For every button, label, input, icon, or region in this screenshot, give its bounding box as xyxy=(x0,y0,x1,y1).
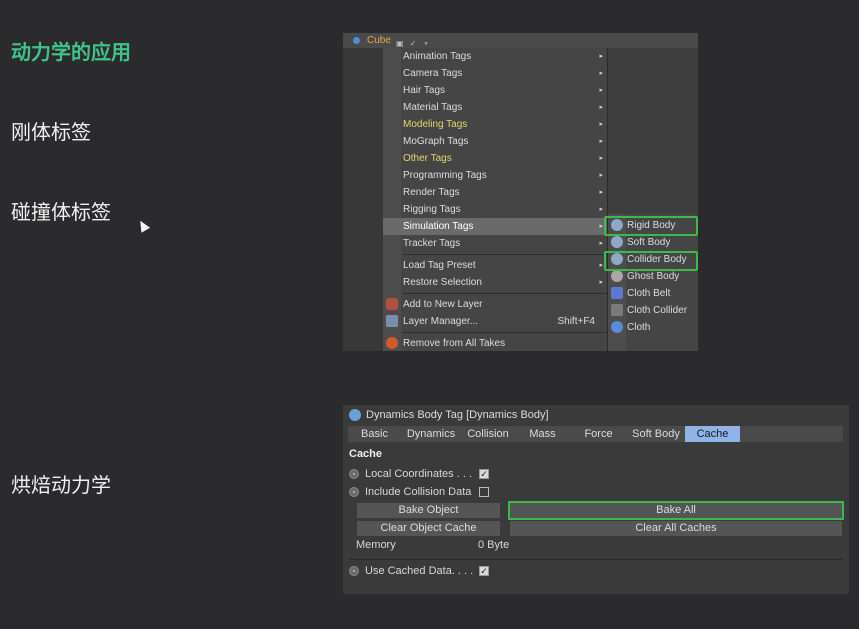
include-collision-checkbox[interactable] xyxy=(479,487,489,497)
use-cached-data-checkbox[interactable]: ✓ xyxy=(479,566,489,576)
menu-item-restore-selection[interactable]: Restore Selection ▸ xyxy=(383,274,607,291)
tab-collision[interactable]: Collision xyxy=(461,426,515,442)
takes-icon xyxy=(386,337,398,349)
mouse-cursor-icon xyxy=(135,218,151,233)
submenu-arrow-icon: ▸ xyxy=(599,240,603,247)
object-bar: Cube ▣ ✓ ⚬ xyxy=(343,33,698,48)
menu-item-camera-tags[interactable]: Camera Tags ▸ xyxy=(383,65,607,82)
menu-item-remove-from-all-takes[interactable]: Remove from All Takes xyxy=(383,335,607,351)
section-divider xyxy=(349,559,843,560)
tags-menu-panel: Cube ▣ ✓ ⚬ Animation Tags ▸ Camera Tags ▸ … xyxy=(343,33,698,351)
menu-item-animation-tags[interactable]: Animation Tags ▸ xyxy=(383,48,607,65)
layer-manager-icon xyxy=(386,315,398,327)
menu-item-add-to-new-layer[interactable]: Add to New Layer xyxy=(383,296,607,313)
submenu-item-cloth[interactable]: Cloth xyxy=(608,319,698,336)
attributes-header: Dynamics Body Tag [Dynamics Body] xyxy=(343,405,849,425)
cloth-belt-icon xyxy=(611,287,623,299)
tab-soft-body[interactable]: Soft Body xyxy=(627,426,685,442)
tab-cache[interactable]: Cache xyxy=(685,426,740,442)
menu-item-material-tags[interactable]: Material Tags ▸ xyxy=(383,99,607,116)
rigid-body-tag-heading: 刚体标签 xyxy=(11,120,91,144)
soft-body-icon xyxy=(611,236,623,248)
menu-item-layer-manager[interactable]: Layer Manager... Shift+F4 xyxy=(383,313,607,330)
tags-context-menu: Animation Tags ▸ Camera Tags ▸ Hair Tags ▸ … xyxy=(383,48,608,351)
collider-body-tag-heading: 碰撞体标签 xyxy=(11,200,111,224)
submenu-arrow-icon: ▸ xyxy=(599,206,603,213)
lesson-title: 动力学的应用 xyxy=(11,40,131,64)
submenu-item-cloth-collider[interactable]: Cloth Collider xyxy=(608,302,698,319)
section-title: Cache xyxy=(349,448,383,460)
menu-item-programming-tags[interactable]: Programming Tags ▸ xyxy=(383,167,607,184)
dynamics-body-attributes: Dynamics Body Tag [Dynamics Body] Basic … xyxy=(343,405,849,594)
cloth-collider-icon xyxy=(611,304,623,316)
memory-label: Memory xyxy=(356,539,396,551)
ghost-body-icon xyxy=(611,270,623,282)
menu-item-simulation-tags[interactable]: Simulation Tags ▸ xyxy=(383,218,607,235)
cube-icon xyxy=(353,37,360,44)
clear-all-caches-button[interactable]: Clear All Caches xyxy=(510,521,842,536)
submenu-arrow-icon: ▸ xyxy=(599,53,603,60)
submenu-item-cloth-belt[interactable]: Cloth Belt xyxy=(608,285,698,302)
memory-value: 0 Byte xyxy=(478,539,510,551)
menu-item-load-tag-preset[interactable]: Load Tag Preset ▸ xyxy=(383,257,607,274)
menu-item-mograph-tags[interactable]: MoGraph Tags ▸ xyxy=(383,133,607,150)
animate-radio-icon[interactable] xyxy=(349,566,359,576)
menu-divider xyxy=(403,254,607,255)
tab-dynamics[interactable]: Dynamics xyxy=(401,426,461,442)
animate-radio-icon[interactable] xyxy=(349,469,359,479)
collider-body-highlight xyxy=(604,251,698,271)
menu-item-rigging-tags[interactable]: Rigging Tags ▸ xyxy=(383,201,607,218)
tab-mass[interactable]: Mass xyxy=(515,426,570,442)
cloth-icon xyxy=(611,321,623,333)
bake-object-button[interactable]: Bake Object xyxy=(357,503,500,518)
submenu-arrow-icon: ▸ xyxy=(599,189,603,196)
submenu-item-soft-body[interactable]: Soft Body xyxy=(608,234,698,251)
object-name[interactable]: Cube xyxy=(367,33,391,48)
menu-divider xyxy=(403,293,607,294)
clear-object-cache-button[interactable]: Clear Object Cache xyxy=(357,521,500,536)
object-tree xyxy=(343,48,383,351)
local-coordinates-checkbox[interactable]: ✓ xyxy=(479,469,489,479)
rigid-body-highlight xyxy=(604,216,698,236)
dynamics-body-tag-icon xyxy=(349,409,361,421)
menu-item-tracker-tags[interactable]: Tracker Tags ▸ xyxy=(383,235,607,252)
menu-item-modeling-tags[interactable]: Modeling Tags ▸ xyxy=(383,116,607,133)
menu-divider xyxy=(403,332,607,333)
submenu-arrow-icon: ▸ xyxy=(599,121,603,128)
submenu-arrow-icon: ▸ xyxy=(599,138,603,145)
menu-item-other-tags[interactable]: Other Tags ▸ xyxy=(383,150,607,167)
submenu-arrow-icon: ▸ xyxy=(599,104,603,111)
tab-basic[interactable]: Basic xyxy=(348,426,401,442)
submenu-arrow-icon: ▸ xyxy=(599,262,603,269)
submenu-arrow-icon: ▸ xyxy=(599,155,603,162)
submenu-arrow-icon: ▸ xyxy=(599,223,603,230)
bake-all-button[interactable]: Bake All xyxy=(508,501,844,520)
menu-item-hair-tags[interactable]: Hair Tags ▸ xyxy=(383,82,607,99)
layer-add-icon xyxy=(386,298,398,310)
bake-dynamics-heading: 烘焙动力学 xyxy=(11,473,111,497)
shortcut-label: Shift+F4 xyxy=(557,316,595,327)
tab-force[interactable]: Force xyxy=(570,426,627,442)
submenu-arrow-icon: ▸ xyxy=(599,172,603,179)
submenu-arrow-icon: ▸ xyxy=(599,87,603,94)
submenu-arrow-icon: ▸ xyxy=(599,279,603,286)
animate-radio-icon[interactable] xyxy=(349,487,359,497)
menu-item-render-tags[interactable]: Render Tags ▸ xyxy=(383,184,607,201)
attribute-tabs: Basic Dynamics Collision Mass Force Soft… xyxy=(348,426,843,442)
submenu-arrow-icon: ▸ xyxy=(599,70,603,77)
